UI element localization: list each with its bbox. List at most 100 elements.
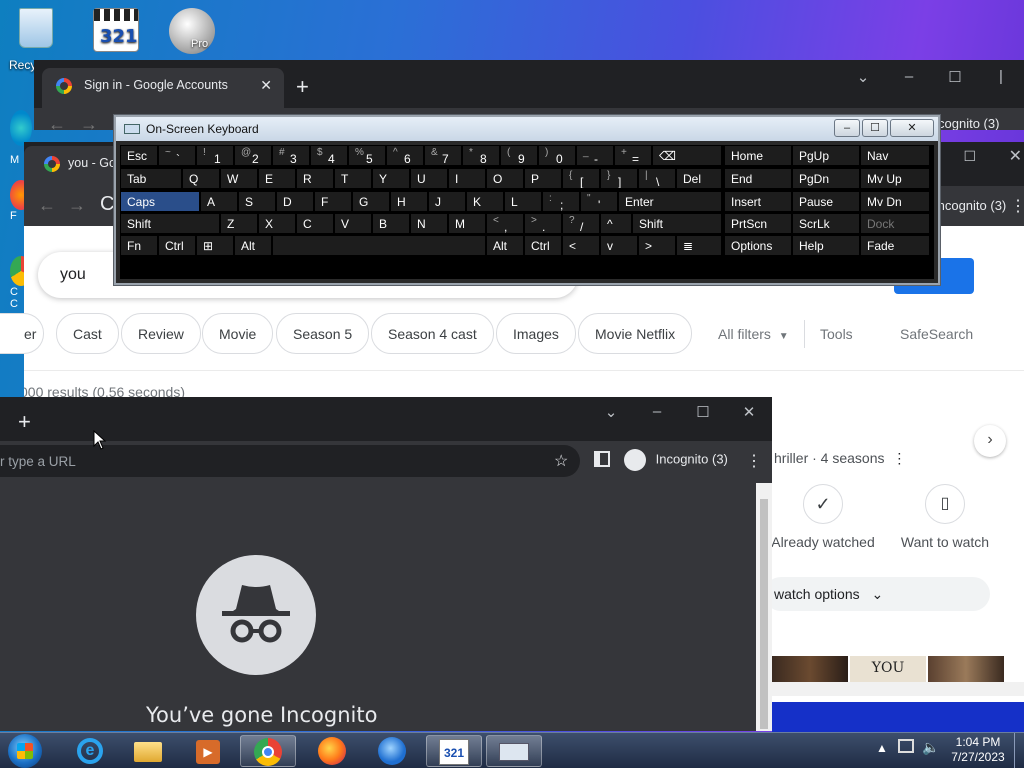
osk-key[interactable]: K (466, 191, 504, 212)
osk-key[interactable]: R (296, 168, 334, 189)
osk-nav-key[interactable]: PgDn (792, 168, 860, 189)
osk-key[interactable]: }] (600, 168, 638, 189)
osk-key[interactable]: ⌫ (652, 145, 722, 166)
osk-key[interactable]: Caps (120, 191, 200, 212)
osk-key[interactable]: ? / (562, 213, 600, 234)
osk-key[interactable]: P (524, 168, 562, 189)
osk-key[interactable]: :; (542, 191, 580, 212)
osk-key[interactable]: ~ ` (158, 145, 196, 166)
tools-button[interactable]: Tools (820, 326, 853, 342)
osk-key[interactable]: ⊞ (196, 235, 234, 256)
minimize-button[interactable]: – (886, 68, 932, 86)
taskbar-file-explorer[interactable] (120, 735, 176, 767)
bookmark-star-icon[interactable]: ☆ (554, 451, 568, 471)
maximize-button[interactable]: ☐ (680, 403, 726, 421)
chip-cast[interactable]: Cast (56, 313, 119, 354)
osk-nav-key[interactable]: Mv Up (860, 168, 930, 189)
want-to-watch-button[interactable]: ▯ Want to watch (890, 484, 1000, 550)
osk-nav-key[interactable]: Dock (860, 213, 930, 234)
osk-key[interactable]: Esc (120, 145, 158, 166)
osk-nav-key[interactable]: PgUp (792, 145, 860, 166)
forward-icon[interactable]: → (80, 114, 98, 130)
taskbar-media-player-classic[interactable]: 321 (426, 735, 482, 767)
osk-key[interactable]: ^ 6 (386, 145, 424, 166)
osk-nav-key[interactable]: ScrLk (792, 213, 860, 234)
chip-movie[interactable]: Movie (202, 313, 274, 354)
osk-key[interactable]: & 7 (424, 145, 462, 166)
more-vert-icon[interactable]: ⋮ (892, 450, 906, 466)
osk-title-bar[interactable]: On-Screen Keyboard – ☐ ✕ (116, 117, 938, 141)
desktop-icon-pro[interactable]: Pro (162, 8, 222, 54)
osk-key[interactable]: Shift (120, 213, 220, 234)
osk-key[interactable]: Fn (120, 235, 158, 256)
osk-key[interactable]: G (352, 191, 390, 212)
watch-options-button[interactable]: watch options ⌄ (764, 577, 990, 611)
chip-season-4-cast[interactable]: Season 4 cast (371, 313, 494, 354)
new-tab-button[interactable]: + (18, 409, 31, 435)
osk-key[interactable]: B (372, 213, 410, 234)
osk-key[interactable]: E (258, 168, 296, 189)
osk-key[interactable]: D (276, 191, 314, 212)
osk-key[interactable]: S (238, 191, 276, 212)
osk-nav-key[interactable]: Nav (860, 145, 930, 166)
osk-key[interactable]: Tab (120, 168, 182, 189)
taskbar-chrome[interactable] (240, 735, 296, 767)
osk-key[interactable]: C (296, 213, 334, 234)
vertical-scrollbar[interactable] (756, 483, 772, 731)
chip-review[interactable]: Review (121, 313, 201, 354)
scrollbar-thumb[interactable] (760, 499, 768, 729)
osk-key[interactable]: V (334, 213, 372, 234)
osk-key[interactable]: #3 (272, 145, 310, 166)
osk-key[interactable]: Del (676, 168, 722, 189)
close-tab-icon[interactable]: ✕ (260, 77, 272, 94)
osk-key[interactable]: _ - (576, 145, 614, 166)
tab-search-chevron-icon[interactable]: ⌄ (588, 403, 634, 421)
thumbnail[interactable] (928, 656, 1004, 682)
osk-key[interactable]: + = (614, 145, 652, 166)
osk-key[interactable]: T (334, 168, 372, 189)
already-watched-button[interactable]: ✓ Already watched (768, 484, 878, 550)
tab-signin[interactable]: Sign in - Google Accounts ✕ (42, 68, 284, 108)
menu-kebab-icon[interactable]: ⋮ (746, 451, 762, 471)
osk-key[interactable]: Q (182, 168, 220, 189)
osk-key[interactable]: U (410, 168, 448, 189)
maximize-button[interactable]: ☐ (963, 148, 976, 165)
osk-key[interactable]: ! 1 (196, 145, 234, 166)
menu-kebab-icon[interactable]: ⋮ (1010, 196, 1024, 216)
close-button[interactable]: | (978, 68, 1024, 86)
side-panel-icon[interactable] (594, 451, 610, 467)
osk-key[interactable]: >. (524, 213, 562, 234)
taskbar-firefox[interactable] (304, 735, 360, 767)
carousel-next-button[interactable]: › (974, 425, 1006, 457)
new-tab-button[interactable]: + (296, 74, 309, 100)
osk-key[interactable] (272, 235, 486, 256)
tab-search-chevron-icon[interactable]: ⌄ (840, 68, 886, 86)
osk-nav-key[interactable]: Insert (724, 191, 792, 212)
osk-key[interactable]: Ctrl (524, 235, 562, 256)
show-desktop-button[interactable] (1014, 733, 1024, 768)
taskbar-on-screen-keyboard[interactable] (486, 735, 542, 767)
osk-nav-key[interactable]: Home (724, 145, 792, 166)
chip-er[interactable]: er (0, 313, 44, 354)
osk-key[interactable]: $4 (310, 145, 348, 166)
osk-key[interactable]: ) 0 (538, 145, 576, 166)
osk-key[interactable]: L (504, 191, 542, 212)
osk-nav-key[interactable]: Options (724, 235, 792, 256)
close-button[interactable]: ✕ (1009, 146, 1022, 166)
osk-key[interactable]: M (448, 213, 486, 234)
osk-key[interactable]: W (220, 168, 258, 189)
osk-key[interactable]: < (562, 235, 600, 256)
minimize-button[interactable]: – (834, 119, 860, 137)
osk-key[interactable]: ^ (600, 213, 632, 234)
osk-key[interactable]: Z (220, 213, 258, 234)
incognito-label[interactable]: Incognito (3) (934, 198, 1006, 213)
osk-key[interactable]: N (410, 213, 448, 234)
osk-nav-key[interactable]: Pause (792, 191, 860, 212)
thumbnail[interactable]: YOU (850, 656, 926, 682)
osk-key[interactable]: H (390, 191, 428, 212)
incognito-badge[interactable]: Incognito (3) (624, 449, 728, 471)
osk-key[interactable]: (9 (500, 145, 538, 166)
osk-key[interactable]: * 8 (462, 145, 500, 166)
osk-key[interactable]: <, (486, 213, 524, 234)
clock[interactable]: 1:04 PM 7/27/2023 (944, 735, 1012, 765)
